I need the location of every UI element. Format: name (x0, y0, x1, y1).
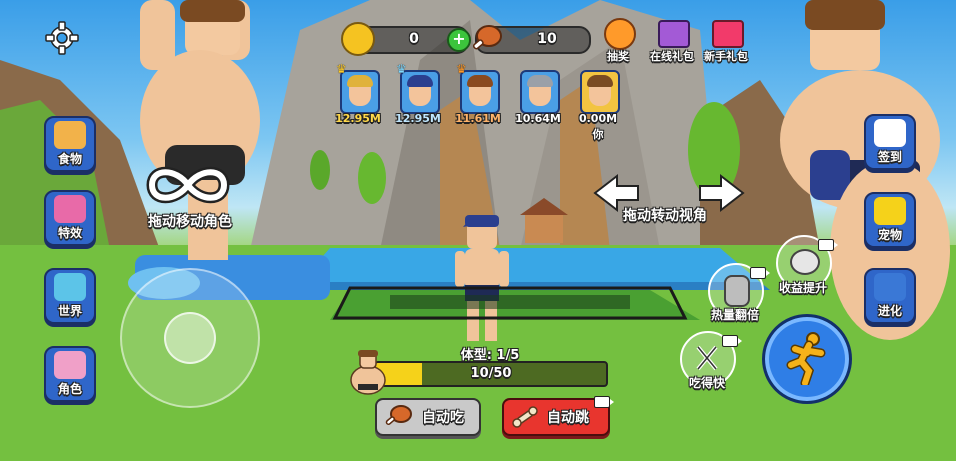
pet-button[interactable]: 宠物 (864, 192, 916, 248)
food-menu-label: 食物 (57, 152, 82, 166)
add-coins-button[interactable]: + (447, 28, 471, 52)
character-menu-label: 角色 (57, 382, 82, 396)
checkin-button[interactable]: 签到 (864, 114, 916, 170)
online-gift-label: 在线礼包 (650, 50, 694, 63)
evolve-label: 进化 (877, 304, 902, 318)
dna-icon (874, 273, 906, 301)
coin-icon (341, 22, 375, 56)
video-ad-icon (594, 396, 614, 408)
crown-icon: ♛ (336, 62, 347, 76)
effects-menu-label: 特效 (57, 226, 82, 240)
gift-box-icon (712, 20, 744, 48)
game-scene[interactable]: 0 + 10 抽奖 在线礼包 新手礼包 ♛ 12.95M ♛ 12.95M ♛ … (0, 0, 956, 461)
checkin-label: 签到 (877, 150, 902, 164)
leaderboard-value: 11.61M (455, 112, 501, 125)
start-area-floor-sign (332, 286, 688, 320)
map-icon (54, 273, 86, 301)
lottery-wheel-icon (604, 18, 636, 50)
jump-button[interactable] (762, 314, 852, 404)
treasure-chest-icon (658, 20, 690, 48)
fork-knife-icon (696, 345, 718, 371)
pet-icon (874, 197, 906, 225)
settings-button[interactable] (44, 20, 80, 56)
leaderboard-self-label: 你 (592, 128, 604, 141)
coin-value: 0 (409, 31, 419, 47)
leaderboard-avatar[interactable] (400, 70, 440, 114)
crown-icon: ♛ (396, 62, 407, 76)
crown-icon: ♛ (456, 62, 467, 76)
video-ad-icon (750, 267, 770, 279)
leaderboard-avatar[interactable] (460, 70, 500, 114)
world-menu-label: 世界 (57, 304, 82, 318)
auto-jump-label: 自动跳 (547, 410, 589, 426)
drumstick-icon (385, 405, 412, 426)
movement-joystick[interactable] (120, 268, 260, 408)
character-icon (54, 351, 86, 379)
fat-character-icon (350, 350, 386, 395)
online-gift-button[interactable]: 在线礼包 (646, 18, 698, 64)
drumstick-icon (472, 25, 502, 50)
food-menu-button[interactable]: 食物 (44, 116, 96, 172)
newbie-gift-button[interactable]: 新手礼包 (700, 18, 752, 64)
move-hint-label: 拖动移动角色 (148, 214, 232, 230)
video-ad-icon (818, 239, 838, 251)
effects-menu-button[interactable]: 特效 (44, 190, 96, 246)
joystick-knob[interactable] (164, 312, 216, 364)
lottery-button[interactable]: 抽奖 (598, 18, 638, 64)
leaderboard-value: 10.64M (515, 112, 561, 125)
effects-icon (54, 195, 86, 223)
leaderboard: ♛ 12.95M ♛ 12.95M ♛ 11.61M 10.64M 0.00M … (330, 62, 630, 142)
leaderboard-avatar[interactable] (520, 70, 560, 114)
body-progress-text: 10/50 (470, 366, 512, 381)
leaderboard-avatar-self[interactable] (580, 70, 620, 114)
body-progress-bar: 10/50 (374, 361, 608, 387)
bone-icon (512, 406, 538, 428)
newbie-gift-label: 新手礼包 (704, 50, 748, 63)
evolve-button[interactable]: 进化 (864, 268, 916, 324)
sandwich-icon (54, 121, 86, 149)
leaderboard-value: 0.00M (578, 112, 618, 125)
running-figure-icon (786, 332, 826, 385)
auto-eat-button[interactable]: 自动吃 (375, 398, 481, 436)
coin-counter: 0 + (341, 22, 471, 56)
camera-hint-label: 拖动转动视角 (623, 208, 707, 224)
auto-eat-label: 自动吃 (422, 410, 464, 426)
stomach-icon (724, 275, 750, 307)
pet-label: 宠物 (877, 228, 902, 242)
gear-icon (45, 21, 79, 55)
world-menu-button[interactable]: 世界 (44, 268, 96, 324)
infinity-drag-icon (146, 166, 230, 204)
income-boost-label: 收益提升 (778, 281, 827, 295)
food-counter: 10 (472, 25, 591, 54)
eat-fast-label: 吃得快 (688, 376, 725, 390)
calorie-boost-label: 热量翻倍 (710, 308, 759, 322)
food-value: 10 (537, 31, 557, 47)
checkin-calendar-icon (874, 119, 906, 147)
giant-character-right (780, 0, 950, 340)
leaderboard-value: 12.95M (395, 112, 441, 125)
leaderboard-value: 12.95M (335, 112, 381, 125)
player-character (455, 215, 509, 341)
coin-stack-icon (790, 249, 820, 275)
leaderboard-avatar[interactable] (340, 70, 380, 114)
video-ad-icon (722, 335, 742, 347)
character-menu-button[interactable]: 角色 (44, 346, 96, 402)
